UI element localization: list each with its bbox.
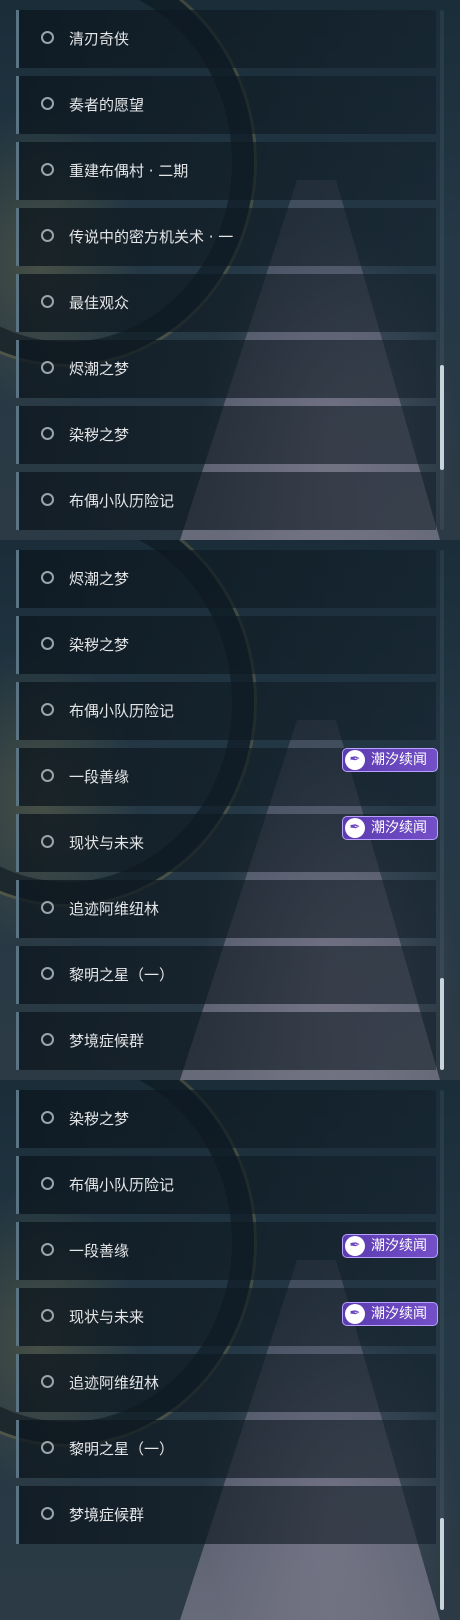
quest-item[interactable]: 奏者的愿望 [16, 76, 436, 134]
radio-icon [41, 295, 54, 308]
scrollbar-thumb[interactable] [440, 978, 444, 1070]
radio-icon [41, 493, 54, 506]
quest-item[interactable]: 烬潮之梦 [16, 550, 436, 608]
quest-label: 奏者的愿望 [69, 96, 145, 114]
radio-icon [41, 163, 54, 176]
quest-label: 梦境症候群 [69, 1032, 145, 1050]
quest-label: 清刃奇侠 [69, 30, 130, 48]
feather-quill-icon: ✒ [345, 818, 365, 838]
quest-label: 梦境症候群 [69, 1506, 145, 1524]
badge-label: 潮汐续闻 [371, 820, 427, 836]
tide-story-badge: ✒ 潮汐续闻 [342, 1234, 438, 1258]
quest-item[interactable]: 重建布偶村 · 二期 [16, 142, 436, 200]
radio-icon [41, 1309, 54, 1322]
quest-item[interactable]: 追迹阿维纽林 [16, 880, 436, 938]
quest-item[interactable]: 梦境症候群 [16, 1486, 436, 1544]
badge-label: 潮汐续闻 [371, 752, 427, 768]
radio-icon [41, 1507, 54, 1520]
quest-item[interactable]: 追迹阿维纽林 [16, 1354, 436, 1412]
badge-label: 潮汐续闻 [371, 1238, 427, 1254]
quest-label: 染秽之梦 [69, 636, 130, 654]
radio-icon [41, 1243, 54, 1256]
scrollbar[interactable] [440, 10, 444, 530]
quest-item[interactable]: 染秽之梦 [16, 406, 436, 464]
quest-item[interactable]: 黎明之星（一） [16, 946, 436, 1004]
radio-icon [41, 97, 54, 110]
radio-icon [41, 1375, 54, 1388]
feather-quill-icon: ✒ [345, 1236, 365, 1256]
quest-label: 重建布偶村 · 二期 [69, 162, 189, 180]
tide-story-badge: ✒ 潮汐续闻 [342, 1302, 438, 1326]
radio-icon [41, 31, 54, 44]
tide-story-badge: ✒ 潮汐续闻 [342, 748, 438, 772]
quest-label: 追迹阿维纽林 [69, 1374, 160, 1392]
radio-icon [41, 1033, 54, 1046]
tide-story-badge: ✒ 潮汐续闻 [342, 816, 438, 840]
quest-label: 一段善缘 [69, 768, 130, 786]
quest-label: 追迹阿维纽林 [69, 900, 160, 918]
radio-icon [41, 769, 54, 782]
radio-icon [41, 637, 54, 650]
radio-icon [41, 1111, 54, 1124]
quest-label: 现状与未来 [69, 1308, 145, 1326]
radio-icon [41, 427, 54, 440]
radio-icon [41, 571, 54, 584]
quest-label: 黎明之星（一） [69, 966, 175, 984]
feather-quill-icon: ✒ [345, 1304, 365, 1324]
quest-item[interactable]: 染秽之梦 [16, 616, 436, 674]
quest-label: 染秽之梦 [69, 426, 130, 444]
scrollbar-thumb[interactable] [440, 1518, 444, 1610]
quest-item[interactable]: 梦境症候群 [16, 1012, 436, 1070]
quest-label: 烬潮之梦 [69, 570, 130, 588]
scrollbar[interactable] [440, 550, 444, 1070]
radio-icon [41, 901, 54, 914]
quest-item[interactable]: 传说中的密方机关术 · 一 [16, 208, 436, 266]
radio-icon [41, 361, 54, 374]
quest-label: 染秽之梦 [69, 1110, 130, 1128]
quest-list-panel-1: 清刃奇侠 奏者的愿望 重建布偶村 · 二期 传说中的密方机关术 · 一 最佳观众… [0, 0, 460, 540]
quest-label: 布偶小队历险记 [69, 492, 175, 510]
quest-item[interactable]: 布偶小队历险记 [16, 472, 436, 530]
quest-item[interactable]: 最佳观众 [16, 274, 436, 332]
radio-icon [41, 703, 54, 716]
quest-label: 布偶小队历险记 [69, 702, 175, 720]
quest-label: 现状与未来 [69, 834, 145, 852]
quest-label: 烬潮之梦 [69, 360, 130, 378]
quest-item[interactable]: 染秽之梦 [16, 1090, 436, 1148]
quest-list-panel-2: 烬潮之梦 染秽之梦 布偶小队历险记 一段善缘 现状与未来 追迹阿维纽林 黎明之星… [0, 540, 460, 1080]
quest-item[interactable]: 布偶小队历险记 [16, 682, 436, 740]
radio-icon [41, 229, 54, 242]
scrollbar-thumb[interactable] [440, 365, 444, 470]
feather-quill-icon: ✒ [345, 750, 365, 770]
quest-item[interactable]: 黎明之星（一） [16, 1420, 436, 1478]
radio-icon [41, 1441, 54, 1454]
quest-label: 布偶小队历险记 [69, 1176, 175, 1194]
quest-label: 最佳观众 [69, 294, 130, 312]
quest-label: 黎明之星（一） [69, 1440, 175, 1458]
radio-icon [41, 967, 54, 980]
quest-item[interactable]: 烬潮之梦 [16, 340, 436, 398]
quest-item[interactable]: 布偶小队历险记 [16, 1156, 436, 1214]
quest-label: 传说中的密方机关术 · 一 [69, 228, 234, 246]
scrollbar[interactable] [440, 1090, 444, 1610]
radio-icon [41, 835, 54, 848]
radio-icon [41, 1177, 54, 1190]
quest-label: 一段善缘 [69, 1242, 130, 1260]
quest-item[interactable]: 清刃奇侠 [16, 10, 436, 68]
quest-list-panel-3: 染秽之梦 布偶小队历险记 一段善缘 现状与未来 追迹阿维纽林 黎明之星（一） 梦… [0, 1080, 460, 1620]
badge-label: 潮汐续闻 [371, 1306, 427, 1322]
